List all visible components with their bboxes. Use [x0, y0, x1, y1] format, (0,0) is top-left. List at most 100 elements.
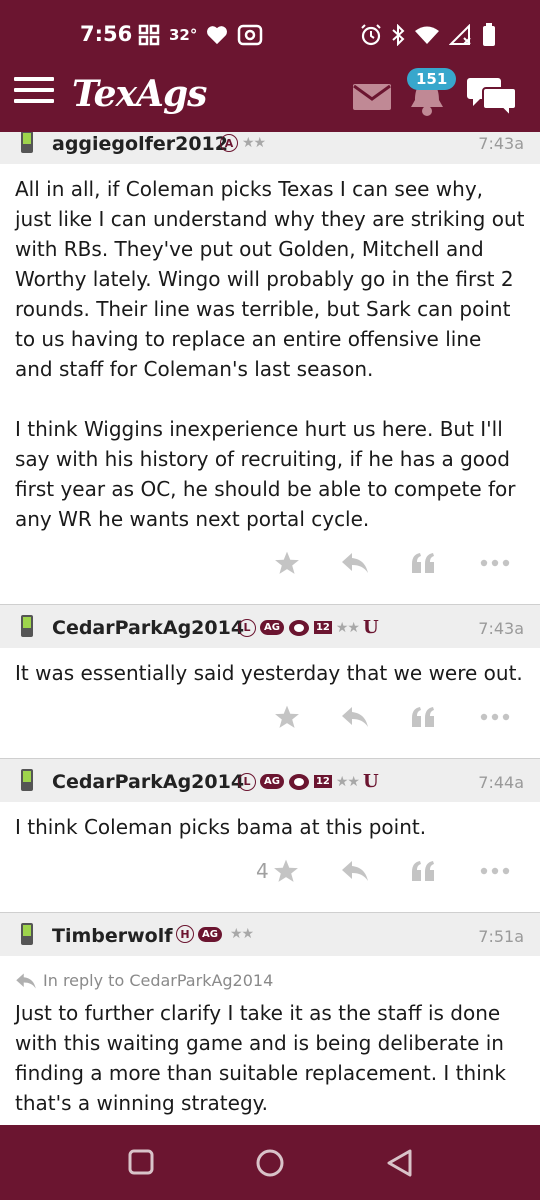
nav-recents-icon[interactable] — [127, 1148, 155, 1176]
post-username[interactable]: CedarParkAg2014 — [52, 771, 244, 793]
star-icon — [273, 859, 298, 882]
user-badges: L AG 12 ★★ U — [238, 771, 379, 792]
reply-button[interactable] — [341, 704, 369, 730]
signal-icon — [449, 24, 471, 45]
reveille-badge-icon — [288, 773, 309, 790]
reply-icon — [16, 973, 36, 989]
post-body: In reply to CedarParkAg2014 Just to furt… — [0, 956, 540, 1118]
screen-record-icon — [238, 24, 263, 46]
notification-badge[interactable]: 151 — [407, 68, 457, 90]
post-paragraph: I think Coleman picks bama at this point… — [15, 815, 427, 839]
user-badges: L AG 12 ★★ U — [238, 617, 379, 638]
quote-icon — [412, 707, 434, 727]
post-paragraph: All in all, if Coleman picks Texas I can… — [15, 177, 525, 381]
quote-icon — [412, 553, 434, 573]
chat-icon[interactable] — [466, 74, 518, 118]
more-icon — [480, 713, 510, 721]
heart-icon — [207, 26, 228, 45]
texags-logo[interactable]: TexAgs — [72, 73, 207, 115]
reply-button[interactable] — [341, 550, 369, 576]
post-header: CedarParkAg2014 L AG 12 ★★ U 7:43a — [0, 604, 540, 648]
more-button[interactable] — [480, 858, 510, 884]
status-time: 7:56 — [80, 22, 133, 46]
phone-icon — [21, 132, 33, 153]
stars-badge: ★★ — [229, 926, 254, 942]
post-time: 7:44a — [478, 773, 524, 792]
post-header: aggiegolfer2012 A ★★ 7:43a — [0, 132, 540, 164]
post-body: I think Coleman picks bama at this point… — [0, 802, 540, 842]
post-actions — [0, 688, 540, 758]
letter-badge: L — [238, 618, 256, 637]
quote-button[interactable] — [410, 858, 436, 884]
wifi-icon — [415, 26, 439, 44]
reply-icon — [342, 861, 368, 881]
post: Timberwolf H AG ★★ 7:51a In reply to Ced… — [0, 912, 540, 1125]
post-body: All in all, if Coleman picks Texas I can… — [0, 164, 540, 534]
more-icon — [480, 559, 510, 567]
star-icon — [275, 551, 299, 574]
stars-badge: ★★ — [335, 619, 360, 636]
star-icon — [275, 705, 299, 728]
post-header: Timberwolf H AG ★★ 7:51a — [0, 912, 540, 956]
alarm-icon — [361, 24, 381, 46]
post: CedarParkAg2014 L AG 12 ★★ U 7:43a It wa… — [0, 604, 540, 758]
post-username[interactable]: aggiegolfer2012 — [52, 133, 228, 155]
star-button[interactable] — [274, 704, 300, 730]
quote-button[interactable] — [410, 550, 436, 576]
quote-button[interactable] — [410, 704, 436, 730]
app-header: TexAgs 151 — [0, 60, 540, 132]
u-badge: U — [362, 771, 379, 792]
phone-icon — [21, 615, 33, 637]
ag-badge: AG — [198, 926, 222, 942]
post-time: 7:43a — [478, 619, 524, 638]
letter-badge: L — [238, 772, 256, 791]
letter-badge: A — [220, 134, 238, 152]
post-paragraph: Just to further clarify I take it as the… — [15, 1001, 507, 1115]
post: aggiegolfer2012 A ★★ 7:43a All in all, i… — [0, 132, 540, 604]
post-username[interactable]: CedarParkAg2014 — [52, 617, 244, 639]
phone-icon — [21, 923, 33, 945]
more-button[interactable] — [480, 704, 510, 730]
grid-app-icon — [138, 24, 160, 46]
nav-home-icon[interactable] — [255, 1148, 285, 1178]
post-actions — [0, 1118, 540, 1125]
post-paragraph: I think Wiggins inexperience hurt us her… — [15, 417, 516, 531]
reply-to-text: In reply to CedarParkAg2014 — [43, 971, 274, 990]
post-time: 7:43a — [478, 134, 524, 153]
stars-badge: ★★ — [335, 773, 360, 790]
post-actions: 4 — [0, 842, 540, 912]
post-body: It was essentially said yesterday that w… — [0, 648, 540, 688]
letter-badge: H — [176, 925, 194, 943]
u-badge: U — [362, 617, 379, 638]
post-username[interactable]: Timberwolf — [52, 925, 173, 947]
nav-back-icon[interactable] — [385, 1148, 413, 1178]
reply-to-link[interactable]: In reply to CedarParkAg2014 — [15, 966, 525, 996]
star-button[interactable] — [274, 550, 300, 576]
system-nav-bar — [0, 1125, 540, 1200]
more-button[interactable] — [480, 550, 510, 576]
more-icon — [480, 867, 510, 875]
star-count: 4 — [256, 859, 269, 883]
twelfth-man-badge: 12 — [313, 775, 332, 788]
reply-icon — [342, 707, 368, 727]
reply-icon — [342, 553, 368, 573]
reply-button[interactable] — [341, 858, 369, 884]
post-time: 7:51a — [478, 927, 524, 946]
user-badges: A ★★ — [220, 134, 266, 152]
user-badges: H AG ★★ — [176, 925, 254, 943]
twelfth-man-badge: 12 — [313, 621, 332, 634]
stars-badge: ★★ — [242, 135, 266, 151]
star-button[interactable]: 4 — [256, 858, 299, 884]
post: CedarParkAg2014 L AG 12 ★★ U 7:44a I thi… — [0, 758, 540, 912]
post-header: CedarParkAg2014 L AG 12 ★★ U 7:44a — [0, 758, 540, 802]
post-paragraph: It was essentially said yesterday that w… — [15, 661, 523, 685]
mail-icon[interactable] — [353, 84, 391, 110]
ag-badge: AG — [260, 774, 284, 789]
menu-icon[interactable] — [14, 77, 54, 109]
ag-badge: AG — [260, 620, 284, 635]
thread-content: aggiegolfer2012 A ★★ 7:43a All in all, i… — [0, 132, 540, 1125]
bluetooth-icon — [392, 24, 405, 46]
quote-icon — [412, 861, 434, 881]
phone-icon — [21, 769, 33, 791]
reveille-badge-icon — [288, 619, 309, 636]
